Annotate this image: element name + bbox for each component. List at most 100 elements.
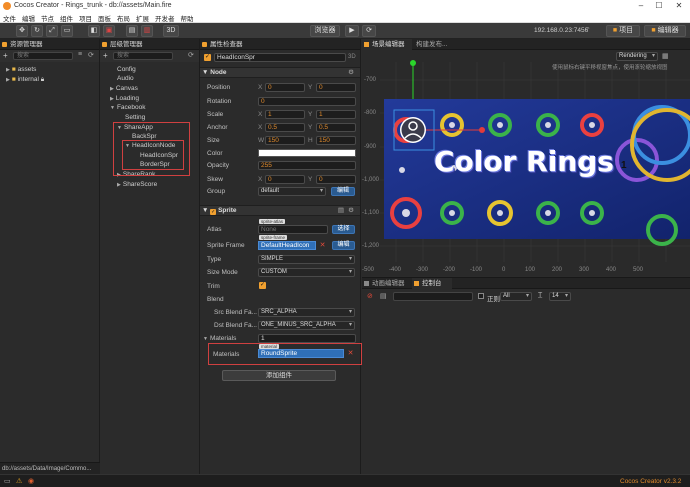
node-section-header[interactable]: ▼ Node ⚙ [200, 67, 360, 78]
open-log-icon[interactable]: ▤ [380, 292, 387, 300]
tab-animation[interactable]: 动画编辑器 [362, 278, 410, 289]
font-size-icon: T̲ [538, 292, 543, 299]
add-asset-icon[interactable]: + [3, 51, 8, 60]
dst-blend-select[interactable]: ONE_MINUS_SRC_ALPHA [258, 321, 355, 330]
y-axis: -700 -800 -900 -1,000 -1,100 -1,200 [362, 50, 380, 268]
log-level-select[interactable]: All [500, 292, 532, 301]
atlas-field[interactable]: None [258, 225, 328, 234]
folder-icon [2, 42, 7, 47]
clear-console-icon[interactable]: ⊘ [367, 292, 373, 300]
open-editor-button[interactable]: ■ 编辑器 [644, 25, 686, 37]
axis-x-label: X [258, 111, 263, 118]
sprite-section-header[interactable]: ▼ ✓ Sprite ▤ ⚙ [200, 205, 360, 216]
size-h-input[interactable]: 150 [316, 136, 356, 145]
minimize-icon[interactable]: – [634, 1, 648, 11]
open-project-button[interactable]: ■ 项目 [606, 25, 640, 37]
snap-icon[interactable]: ▥ [141, 25, 153, 37]
tree-item-assets[interactable]: ▶ ■ assets [6, 66, 36, 73]
scale-y-input[interactable]: 1 [316, 110, 356, 119]
anchor-x-input[interactable]: 0.5 [265, 123, 305, 132]
position-x-input[interactable]: 0 [265, 83, 305, 92]
trim-label: Trim [207, 283, 220, 290]
preview-icon[interactable]: ◉ [28, 477, 34, 485]
console-tabbar: 动画编辑器 控制台 [362, 278, 690, 289]
type-label: Type [207, 256, 222, 263]
src-blend-select[interactable]: SRC_ALPHA [258, 308, 355, 317]
scale-tool-icon[interactable]: ⤢ [46, 25, 58, 37]
folder-icon: ■ [11, 76, 16, 83]
assets-search-input[interactable]: 搜索 [13, 52, 73, 60]
rotate-tool-icon[interactable]: ↻ [31, 25, 43, 37]
tree-item-config[interactable]: Config [117, 66, 136, 73]
sort-icon[interactable]: ≡ [78, 51, 82, 58]
book-icon[interactable]: ▤ [338, 206, 344, 216]
tree-item-setting[interactable]: Setting [125, 114, 145, 121]
assets-toolbar: + 搜索 ≡ ⟳ [0, 50, 99, 62]
hierarchy-panel-title: 层级管理器 [100, 39, 199, 50]
settings-gear-icon[interactable]: ⚙ [348, 68, 354, 78]
sprite-frame-field[interactable]: DefaultHeadIcon [258, 241, 316, 250]
materials-group-label[interactable]: ▼ Materials [203, 335, 236, 342]
tree-item-sharescore[interactable]: ▶ ShareScore [117, 181, 157, 188]
trim-checkbox[interactable]: ✓ [259, 282, 266, 289]
tree-item-canvas[interactable]: ▶ Canvas [110, 85, 138, 92]
skew-x-input[interactable]: 0 [265, 175, 305, 184]
warning-icon[interactable]: ⚠ [16, 477, 22, 485]
hierarchy-icon [102, 42, 107, 47]
layout-icon[interactable]: ▭ [4, 477, 11, 485]
opacity-input[interactable]: 255 [258, 161, 356, 170]
group-edit-button[interactable]: 编辑 [331, 187, 355, 196]
clear-icon[interactable]: ✕ [318, 241, 327, 250]
tab-build[interactable]: 构建发布... [416, 39, 462, 50]
settings-gear-icon[interactable]: ⚙ [348, 206, 354, 216]
platform-select[interactable]: 浏览器 [310, 25, 340, 37]
tab-scene[interactable]: 场景编辑器 [362, 39, 412, 50]
3d-toggle-button[interactable]: 3D [163, 25, 179, 37]
color-label: Color [207, 150, 223, 157]
color-swatch[interactable] [258, 149, 356, 157]
skew-y-input[interactable]: 0 [316, 175, 356, 184]
group-select[interactable]: default [258, 187, 326, 196]
local-icon[interactable]: ▣ [103, 25, 115, 37]
node-name-input[interactable]: HeadIconSpr [214, 53, 346, 62]
x-tick: -400 [389, 267, 402, 273]
sprite-enabled-checkbox[interactable]: ✓ [210, 209, 217, 215]
type-select[interactable]: SIMPLE [258, 255, 355, 264]
play-icon[interactable]: ▶ [345, 25, 359, 37]
regex-checkbox[interactable] [478, 293, 484, 299]
tree-item-audio[interactable]: Audio [117, 75, 134, 82]
x-tick: 300 [579, 267, 590, 273]
tree-item-internal[interactable]: ▶ ■ internal 🔒︎ [6, 76, 44, 84]
tree-item-loading[interactable]: ▶ Loading [110, 95, 139, 102]
hierarchy-panel: 层级管理器 + 搜索 ⟳ Config Audio ▶ Canvas ▶ Loadi… [100, 39, 200, 474]
node-active-checkbox[interactable]: ✓ [204, 54, 211, 61]
sprite-frame-edit-button[interactable]: 编辑 [332, 241, 355, 250]
hierarchy-search-input[interactable]: 搜索 [113, 52, 173, 60]
add-component-button[interactable]: 添加组件 [222, 370, 336, 381]
add-node-icon[interactable]: + [103, 51, 108, 60]
size-w-input[interactable]: 150 [265, 136, 305, 145]
refresh-icon[interactable]: ⟳ [362, 25, 376, 37]
gizmo-icon[interactable]: ▤ [126, 25, 138, 37]
maximize-icon[interactable]: ☐ [652, 1, 666, 11]
asset-path: db://assets/Data/Image/Commo... [0, 462, 100, 474]
refresh-assets-icon[interactable]: ⟳ [88, 51, 94, 59]
tab-console[interactable]: 控制台 [412, 278, 452, 289]
rotation-input[interactable]: 0 [258, 97, 356, 106]
tree-item-facebook[interactable]: ▼ Facebook [110, 104, 146, 111]
3d-badge: 3D [348, 54, 356, 60]
move-tool-icon[interactable]: ✥ [16, 25, 28, 37]
refresh-hierarchy-icon[interactable]: ⟳ [188, 51, 194, 59]
scale-x-input[interactable]: 1 [265, 110, 305, 119]
console-filter-input[interactable] [393, 292, 473, 301]
font-size-select[interactable]: 14 [549, 292, 571, 301]
materials-count-input[interactable]: 1 [258, 334, 356, 343]
rect-tool-icon[interactable]: ▭ [61, 25, 73, 37]
pivot-icon[interactable]: ◧ [88, 25, 100, 37]
position-y-input[interactable]: 0 [316, 83, 356, 92]
atlas-select-button[interactable]: 选择 [332, 225, 355, 234]
size-mode-select[interactable]: CUSTOM [258, 268, 355, 277]
atlas-type-tag: sprite-atlas [259, 219, 286, 224]
close-icon[interactable]: ✕ [672, 1, 686, 11]
anchor-y-input[interactable]: 0.5 [316, 123, 356, 132]
